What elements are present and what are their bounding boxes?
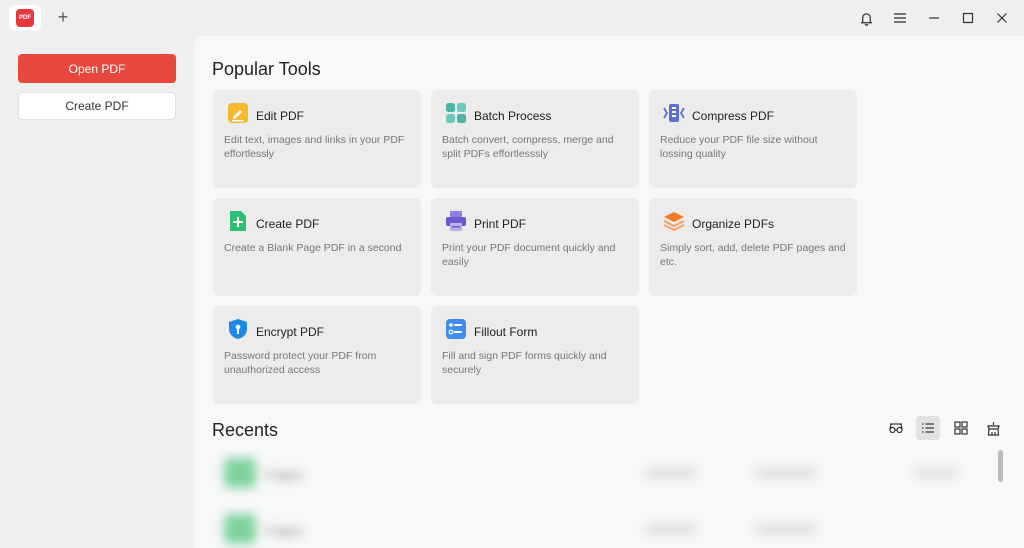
tool-desc: Password protect your PDF from unauthori… [224,350,377,376]
plus-icon[interactable]: + [53,7,73,27]
tool-name: Fillout Form [474,325,538,339]
minimize-icon[interactable] [924,8,944,28]
tool-desc: Reduce your PDF file size without lossin… [660,134,818,160]
main-panel: Popular Tools Edit PDF Edit text, images… [194,36,1024,548]
file-thumbnail [224,514,256,544]
tool-name: Batch Process [474,109,552,123]
bell-icon[interactable] [856,8,876,28]
edit-pdf-icon [227,102,249,124]
tool-name: Create PDF [256,217,320,231]
popular-tools-title: Popular Tools [212,59,321,79]
file-meta [756,468,816,478]
tool-card-compress-pdf[interactable]: Compress PDF Reduce your PDF file size w… [649,90,857,188]
create-pdf-icon [227,210,249,232]
tool-card-organize-pdfs[interactable]: Organize PDFs Simply sort, add, delete P… [649,198,857,296]
tool-desc: Create a Blank Page PDF in a second [224,242,402,254]
recents-title: Recents [212,420,279,440]
tool-card-fillout-form[interactable]: Fillout Form Fill and sign PDF forms qui… [431,306,639,404]
list-item[interactable]: Folgen [206,502,994,548]
grid-view-icon[interactable] [949,416,973,440]
file-name: Folgen [266,468,303,482]
tool-desc: Print your PDF document quickly and easi… [442,242,616,268]
open-pdf-button[interactable]: Open PDF [18,54,176,83]
tool-desc: Fill and sign PDF forms quickly and secu… [442,350,607,376]
file-thumbnail [224,458,256,488]
clean-icon[interactable] [981,416,1005,440]
tool-name: Encrypt PDF [256,325,325,339]
printer-icon [445,210,467,232]
file-meta [916,468,956,478]
file-meta [756,524,816,534]
file-name: Folgen [266,524,303,538]
list-view-icon[interactable] [916,416,940,440]
tool-card-batch-process[interactable]: Batch Process Batch convert, compress, m… [431,90,639,188]
file-meta [646,524,696,534]
organize-pdfs-icon [663,210,685,232]
tool-name: Compress PDF [692,109,775,123]
recents-list: Folgen Folgen [206,446,994,548]
tool-name: Edit PDF [256,109,305,123]
tool-card-print-pdf[interactable]: Print PDF Print your PDF document quickl… [431,198,639,296]
sidebar: Open PDF Create PDF [0,36,194,548]
tool-card-edit-pdf[interactable]: Edit PDF Edit text, images and links in … [213,90,421,188]
title-bar: PDF + [0,0,1024,36]
create-pdf-button[interactable]: Create PDF [18,92,176,120]
scrollbar[interactable] [998,450,1003,482]
app-tab[interactable]: PDF [9,5,41,31]
glasses-icon[interactable] [884,416,908,440]
compress-pdf-icon [663,102,685,124]
form-icon [445,318,467,340]
tool-name: Print PDF [474,217,527,231]
menu-icon[interactable] [890,8,910,28]
shield-icon [227,318,249,340]
maximize-icon[interactable] [958,8,978,28]
tool-desc: Edit text, images and links in your PDF … [224,134,405,160]
app-logo-icon: PDF [16,9,34,27]
close-icon[interactable] [992,8,1012,28]
file-meta [646,468,696,478]
tool-card-encrypt-pdf[interactable]: Encrypt PDF Password protect your PDF fr… [213,306,421,404]
tool-desc: Batch convert, compress, merge and split… [442,134,614,160]
tool-card-create-pdf[interactable]: Create PDF Create a Blank Page PDF in a … [213,198,421,296]
batch-process-icon [445,102,467,124]
app-logo-text: PDF [19,15,31,21]
tool-desc: Simply sort, add, delete PDF pages and e… [660,242,846,268]
tool-name: Organize PDFs [692,217,775,231]
list-item[interactable]: Folgen [206,446,994,500]
